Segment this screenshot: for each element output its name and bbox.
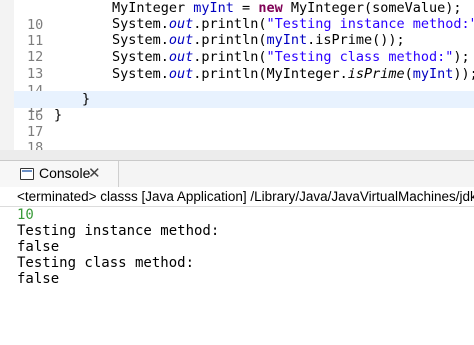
termination-status: <terminated> classs [Java Application] /… [17, 189, 474, 204]
code-text: } [54, 107, 63, 123]
code-text: } [82, 91, 91, 107]
code-text: System.out.println(MyInteger.isPrime(myI… [112, 66, 474, 82]
code-text: System.out.println("Testing class method… [112, 49, 470, 65]
code-line-16-current[interactable]: 16 } [14, 91, 474, 124]
console-output-line: 10 [17, 207, 34, 223]
code-text: System.out.println(myInt.isPrime()); [112, 32, 405, 48]
editor-ruler [0, 0, 14, 150]
code-editor[interactable]: 10 MyInteger myInt = new MyInteger(someV… [0, 0, 474, 150]
console-tab-bar: Console ✕ [0, 160, 474, 188]
code-line-14[interactable]: 14 System.out.println(MyInteger.isPrime(… [14, 66, 474, 99]
line-number: 18 [27, 140, 44, 150]
console-tab-label: Console [39, 165, 91, 181]
console-output-line: Testing instance method: [17, 223, 220, 239]
code-line-11[interactable]: 11 System.out.println("Testing instance … [14, 16, 474, 49]
console-icon [20, 168, 34, 180]
code-line-13[interactable]: 13 System.out.println("Testing class met… [14, 49, 474, 82]
code-text: System.out.println("Testing instance met… [112, 16, 474, 32]
view-separator [0, 150, 474, 160]
code-text: MyInteger myInt = new MyInteger(someValu… [112, 0, 462, 16]
close-icon[interactable]: ✕ [88, 164, 101, 182]
code-line-17[interactable]: 17 } [14, 107, 474, 140]
console-output-line: false [17, 271, 60, 287]
console-status-line: <terminated> classs [Java Application] /… [0, 187, 474, 207]
console-output-line: Testing class method: [17, 255, 195, 271]
code-line-12[interactable]: 12 System.out.println(myInt.isPrime()); [14, 32, 474, 65]
tab-console[interactable]: Console ✕ [0, 161, 119, 187]
console-output-line: false [17, 239, 60, 255]
console-output[interactable]: 10 Testing instance method: false Testin… [0, 207, 474, 345]
code-line-10[interactable]: 10 MyInteger myInt = new MyInteger(someV… [14, 0, 474, 33]
code-line-18[interactable]: 18 [14, 123, 474, 150]
